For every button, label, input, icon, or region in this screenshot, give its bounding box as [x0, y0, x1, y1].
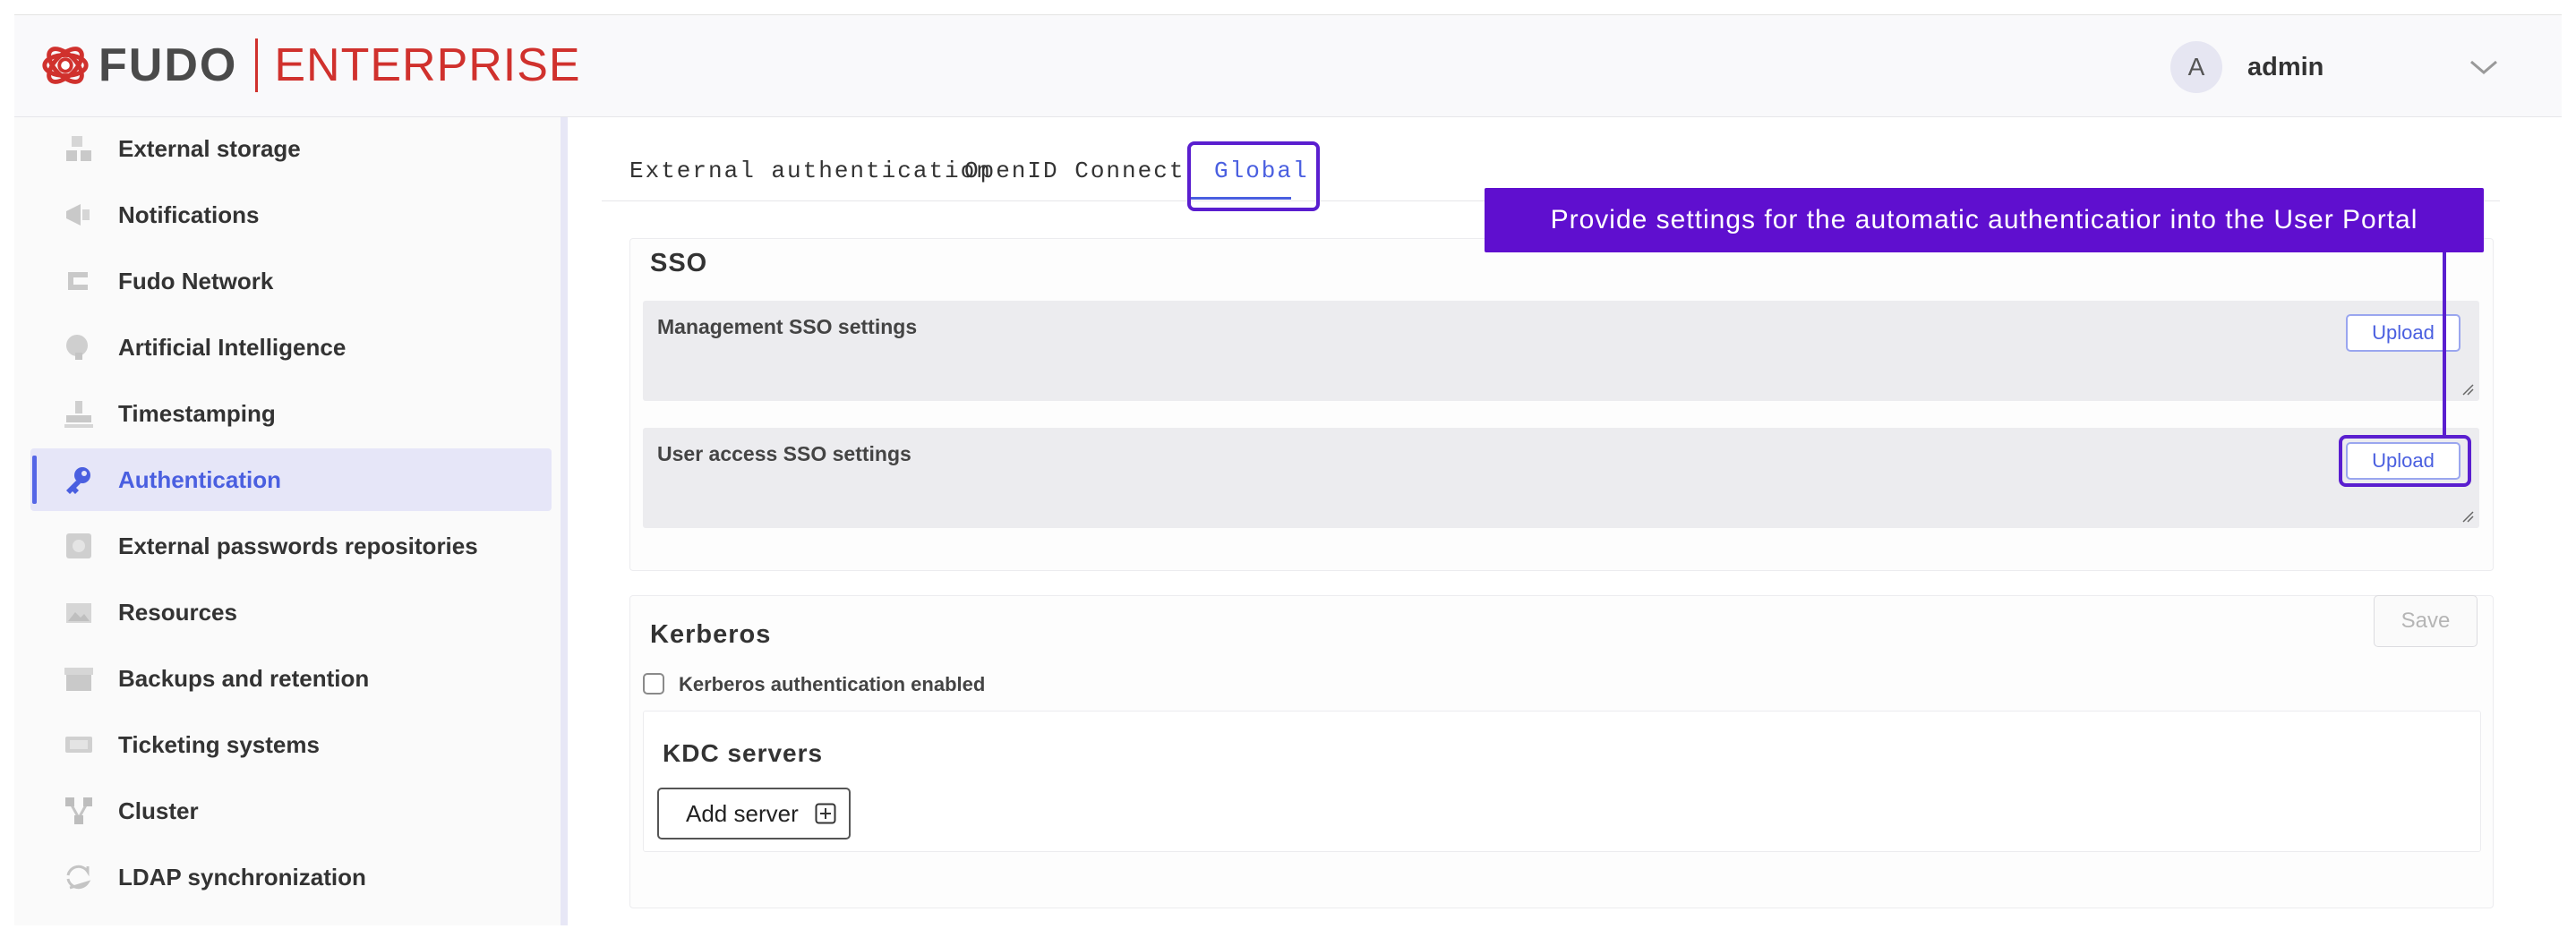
image-icon	[66, 603, 91, 623]
add-server-label: Add server	[686, 799, 799, 827]
sidebar-item-external-storage[interactable]: External storage	[30, 117, 552, 180]
brand-edition: ENTERPRISE	[274, 39, 581, 91]
sidebar-item-label: Cluster	[118, 797, 199, 824]
sidebar-item-label: Artificial Intelligence	[118, 333, 347, 361]
username[interactable]: admin	[2247, 53, 2324, 82]
resize-handle-icon[interactable]	[2461, 510, 2474, 523]
brand-divider	[255, 38, 259, 92]
sidebar-item-artificial-intelligence[interactable]: Artificial Intelligence	[30, 316, 552, 379]
avatar[interactable]: A	[2170, 41, 2222, 93]
sidebar-item-label: External passwords repositories	[118, 532, 478, 559]
sidebar-item-authentication[interactable]: Authentication	[30, 448, 552, 511]
sidebar-item-ticketing-systems[interactable]: Ticketing systems	[30, 713, 552, 776]
header: FUDO ENTERPRISE A admin	[14, 15, 2562, 117]
sidebar-item-label: Ticketing systems	[118, 730, 320, 758]
sidebar-item-resources[interactable]: Resources	[30, 581, 552, 643]
sidebar-item-label: External storage	[118, 134, 301, 162]
network-icon	[68, 272, 88, 290]
user-access-sso-field[interactable]: User access SSO settings	[643, 428, 2479, 528]
sidebar-item-cluster[interactable]: Cluster	[30, 780, 552, 842]
sidebar-item-ldap-synchronization[interactable]: LDAP synchronization	[30, 846, 552, 908]
kerberos-enabled-checkbox[interactable]	[643, 673, 664, 695]
annotation-callout: Provide settings for the automatic authe…	[1485, 188, 2484, 252]
sidebar: External storage Notifications Fudo Netw…	[14, 117, 568, 925]
highlight-upload-button	[2339, 435, 2471, 487]
sync-icon	[66, 865, 91, 890]
plus-icon	[815, 803, 836, 824]
ticket-icon	[65, 737, 92, 753]
megaphone-icon	[66, 204, 90, 226]
sidebar-item-label: Notifications	[118, 200, 260, 228]
user-menu[interactable]: A admin	[2170, 40, 2324, 94]
sidebar-item-backups-and-retention[interactable]: Backups and retention	[30, 647, 552, 710]
highlight-global-tab	[1187, 141, 1320, 211]
sidebar-item-fudo-network[interactable]: Fudo Network	[30, 250, 552, 312]
management-sso-field[interactable]: Management SSO settings	[643, 301, 2479, 401]
sidebar-item-label: Authentication	[118, 465, 281, 493]
user-access-sso-label: User access SSO settings	[657, 442, 911, 465]
external-storage-icon	[66, 136, 91, 161]
brand-name: FUDO	[98, 39, 238, 91]
key-icon	[66, 467, 90, 494]
sidebar-item-external-passwords-repositories[interactable]: External passwords repositories	[30, 515, 552, 577]
kdc-servers-title: KDC servers	[663, 739, 824, 767]
annotation-connector	[2443, 252, 2446, 437]
add-server-button[interactable]: Add server	[657, 788, 851, 839]
sidebar-item-label: Backups and retention	[118, 664, 370, 692]
kdc-servers-section	[643, 711, 2481, 852]
cluster-icon	[65, 797, 92, 824]
chevron-down-icon[interactable]	[2468, 55, 2500, 80]
brand-logo[interactable]: FUDO ENTERPRISE	[39, 37, 581, 94]
sidebar-item-notifications[interactable]: Notifications	[30, 183, 552, 246]
sidebar-item-label: Timestamping	[118, 399, 276, 427]
archive-icon	[64, 668, 93, 691]
sidebar-item-label: LDAP synchronization	[118, 863, 366, 891]
tab-external-authentication[interactable]: External authentication	[629, 158, 992, 184]
sidebar-item-label: Fudo Network	[118, 267, 274, 294]
safe-icon	[66, 533, 91, 558]
stamp-icon	[64, 401, 93, 428]
fudo-logo-icon	[42, 47, 89, 84]
tab-openid-connect[interactable]: OpenID Connect	[964, 158, 1185, 184]
sso-title: SSO	[650, 249, 708, 277]
kerberos-enabled-label: Kerberos authentication enabled	[679, 673, 986, 695]
brain-icon	[66, 335, 88, 360]
sidebar-item-timestamping[interactable]: Timestamping	[30, 382, 552, 445]
kerberos-title: Kerberos	[650, 620, 772, 649]
save-button[interactable]: Save	[2374, 595, 2478, 647]
sidebar-item-label: Resources	[118, 598, 237, 626]
resize-handle-icon[interactable]	[2461, 383, 2474, 396]
management-sso-label: Management SSO settings	[657, 315, 918, 338]
